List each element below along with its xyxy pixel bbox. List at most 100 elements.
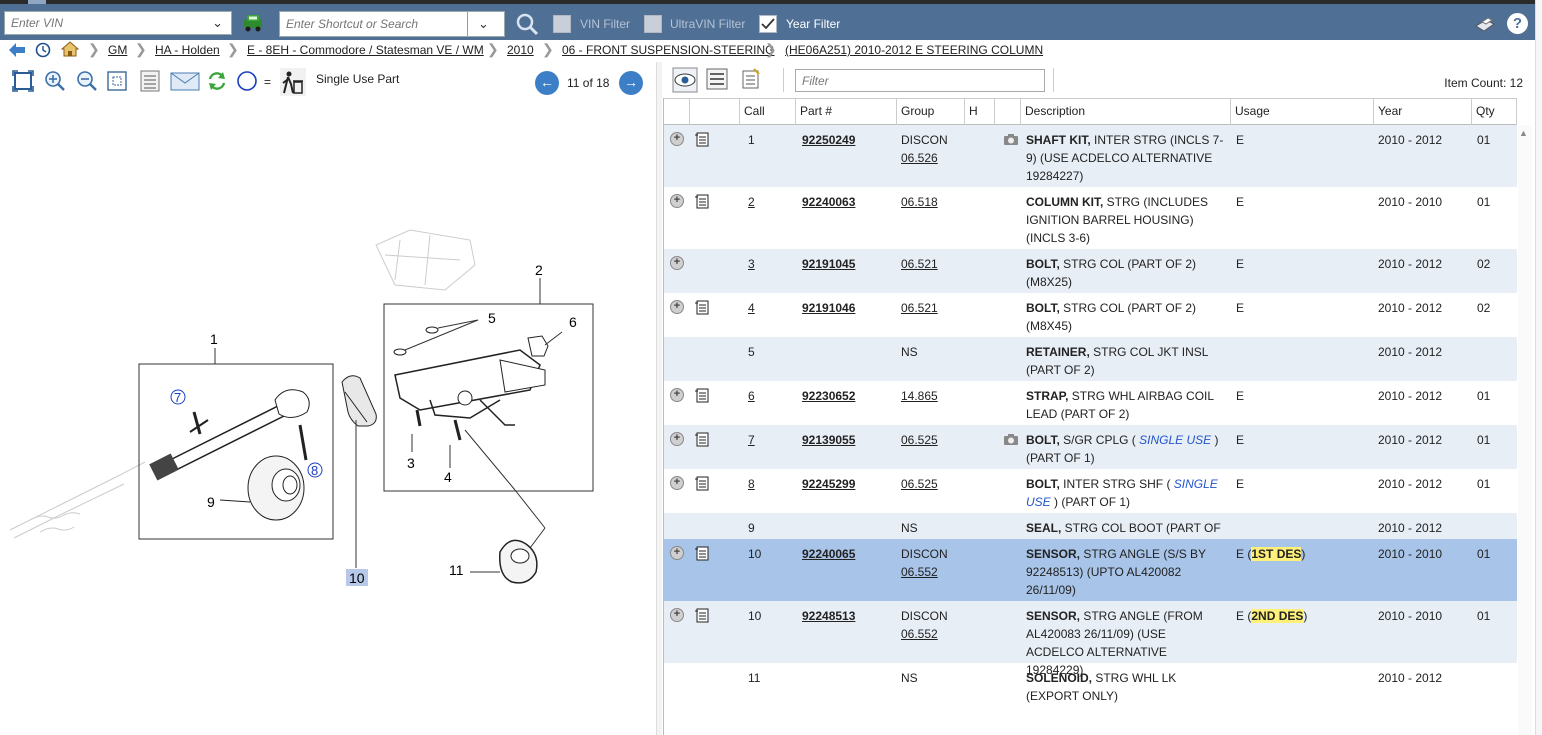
table-row[interactable]: +10 92248513 DISCON 06.552 SENSOR, STRG ANGL…	[664, 601, 1517, 677]
car-icon[interactable]	[241, 13, 265, 33]
callout-4[interactable]: 4	[444, 469, 452, 485]
filter-input[interactable]: Filter	[795, 69, 1045, 92]
printer-icon[interactable]	[1474, 14, 1496, 34]
fit-to-screen-icon[interactable]	[12, 70, 34, 92]
vin-input[interactable]: Enter VIN ⌄	[4, 11, 232, 35]
header-call[interactable]: Call	[740, 99, 796, 125]
header-description[interactable]: Description	[1021, 99, 1231, 125]
notes-icon[interactable]	[695, 388, 709, 403]
callout-5[interactable]: 5	[488, 310, 496, 326]
header-qty[interactable]: Qty	[1472, 99, 1517, 125]
callout-11[interactable]: 11	[449, 562, 464, 578]
call-number[interactable]: 2	[748, 193, 755, 211]
year-filter-checkbox[interactable]	[759, 15, 777, 33]
part-number-link[interactable]: 92191045	[802, 255, 855, 273]
call-number[interactable]: 8	[748, 475, 755, 493]
expand-plus-icon[interactable]: +	[670, 546, 684, 560]
part-number-link[interactable]: 92191046	[802, 299, 855, 317]
email-icon[interactable]	[170, 70, 200, 92]
search-icon[interactable]	[515, 12, 539, 36]
view-toggle-eye-icon[interactable]	[672, 67, 698, 93]
callout-2[interactable]: 2	[535, 262, 543, 278]
expand-plus-icon[interactable]: +	[670, 432, 684, 446]
group-link[interactable]: 06.518	[901, 193, 938, 211]
shortcut-search-box[interactable]: ⌄	[279, 11, 505, 37]
home-icon[interactable]	[61, 41, 79, 57]
callout-9[interactable]: 9	[207, 494, 215, 510]
expand-plus-icon[interactable]: +	[670, 608, 684, 622]
group-link[interactable]: 14.865	[901, 387, 938, 405]
part-number-link[interactable]: 92240065	[802, 545, 855, 563]
callout-7[interactable]: 7	[174, 390, 181, 405]
expand-plus-icon[interactable]: +	[670, 476, 684, 490]
expand-plus-icon[interactable]: +	[670, 388, 684, 402]
zoom-area-icon[interactable]	[106, 70, 128, 92]
table-row[interactable]: +6 92230652 14.865 STRAP, STRG WHL AIRBAG C…	[664, 381, 1517, 425]
table-row[interactable]: +4 92191046 06.521 BOLT, STRG COL (PART OF …	[664, 293, 1517, 337]
call-number[interactable]: 7	[748, 431, 755, 449]
scroll-up-icon[interactable]: ▲	[1519, 128, 1528, 138]
group-link[interactable]: 06.526	[901, 149, 948, 167]
callout-10[interactable]: 10	[349, 570, 365, 586]
previous-illustration-button[interactable]: ←	[535, 71, 559, 95]
table-row[interactable]: +1 92250249 DISCON 06.526 SHAFT KIT, INTER S…	[664, 125, 1517, 187]
table-row[interactable]: +10 92240065 DISCON 06.552 SENSOR, STRG ANGL…	[664, 539, 1517, 601]
header-h[interactable]: H	[965, 99, 995, 125]
header-year[interactable]: Year	[1374, 99, 1472, 125]
callout-3[interactable]: 3	[407, 455, 415, 471]
part-number-link[interactable]: 92245299	[802, 475, 855, 493]
chevron-down-icon[interactable]: ⌄	[212, 15, 223, 31]
notes-icon[interactable]	[695, 476, 709, 491]
table-row[interactable]: +2 92240063 06.518 COLUMN KIT, STRG (INCLUD…	[664, 187, 1517, 249]
call-number[interactable]: 4	[748, 299, 755, 317]
table-row[interactable]: +7 92139055 06.525 BOLT, S/GR CPLG ( SINGLE…	[664, 425, 1517, 469]
pane-splitter[interactable]	[656, 62, 662, 735]
list-icon[interactable]	[706, 68, 728, 90]
part-number-link[interactable]: 92240063	[802, 193, 855, 211]
refresh-icon[interactable]	[206, 70, 228, 92]
breadcrumb-item-year[interactable]: 2010	[507, 43, 534, 57]
breadcrumb-item-illustration[interactable]: (HE06A251) 2010-2012 E STEERING COLUMN	[785, 43, 1043, 57]
callout-8[interactable]: 8	[311, 463, 318, 478]
back-arrow-icon[interactable]	[9, 43, 25, 57]
search-input[interactable]	[280, 12, 468, 36]
breadcrumb-item-model[interactable]: E - 8EH - Commodore / Statesman VE / WM	[247, 43, 484, 57]
camera-icon[interactable]	[1003, 133, 1019, 146]
part-number-link[interactable]: 92248513	[802, 607, 855, 625]
group-link[interactable]: 06.521	[901, 299, 938, 317]
call-number[interactable]: 3	[748, 255, 755, 273]
list-view-icon[interactable]	[139, 70, 161, 92]
group-link[interactable]: 06.525	[901, 431, 938, 449]
zoom-in-icon[interactable]	[44, 70, 66, 92]
notes-icon[interactable]	[695, 608, 709, 623]
expand-plus-icon[interactable]: +	[670, 256, 684, 270]
expand-plus-icon[interactable]: +	[670, 194, 684, 208]
ultravin-filter-checkbox[interactable]	[644, 15, 662, 33]
notes-icon[interactable]	[695, 300, 709, 315]
group-link[interactable]: 06.521	[901, 255, 938, 273]
table-row[interactable]: +8 92245299 06.525 BOLT, INTER STRG SHF ( S…	[664, 469, 1517, 513]
part-number-link[interactable]: 92250249	[802, 131, 855, 149]
notes-icon[interactable]	[695, 194, 709, 209]
header-part-number[interactable]: Part #	[796, 99, 897, 125]
next-illustration-button[interactable]: →	[619, 71, 643, 95]
call-number[interactable]: 6	[748, 387, 755, 405]
table-row[interactable]: 5 NS RETAINER, STRG COL JKT INSL (PART OF …	[664, 337, 1517, 381]
table-row[interactable]: +3 92191045 06.521 BOLT, STRG COL (PART OF …	[664, 249, 1517, 293]
header-usage[interactable]: Usage	[1231, 99, 1374, 125]
expand-plus-icon[interactable]: +	[670, 300, 684, 314]
table-row[interactable]: 11 NS SOLENOID, STRG WHL LK (EXPORT ONLY) 2…	[664, 663, 1517, 707]
part-number-link[interactable]: 92230652	[802, 387, 855, 405]
add-to-list-icon[interactable]	[740, 68, 762, 90]
header-group[interactable]: Group	[897, 99, 965, 125]
vin-filter-checkbox[interactable]	[553, 15, 571, 33]
breadcrumb-item-division[interactable]: HA - Holden	[155, 43, 220, 57]
table-row[interactable]: 9NSSEAL, STRG COL BOOT (PART OF 1)2010 -…	[664, 513, 1517, 553]
notes-icon[interactable]	[695, 132, 709, 147]
group-link[interactable]: 06.525	[901, 475, 938, 493]
group-link[interactable]: 06.552	[901, 563, 948, 581]
help-icon[interactable]: ?	[1507, 13, 1528, 34]
history-clock-icon[interactable]	[35, 42, 51, 58]
zoom-out-icon[interactable]	[76, 70, 98, 92]
breadcrumb-item-section[interactable]: 06 - FRONT SUSPENSION-STEERING	[562, 43, 774, 57]
